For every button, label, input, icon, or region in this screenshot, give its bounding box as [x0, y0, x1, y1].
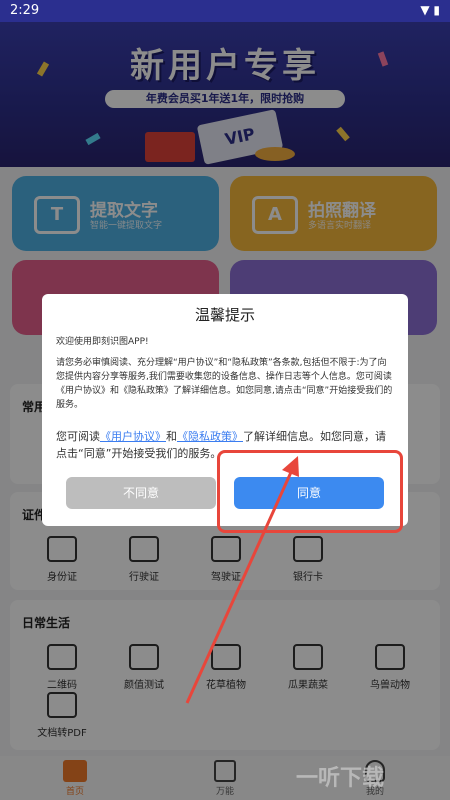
watermark: 一听下载	[296, 766, 385, 791]
annotation-arrow	[185, 456, 299, 704]
